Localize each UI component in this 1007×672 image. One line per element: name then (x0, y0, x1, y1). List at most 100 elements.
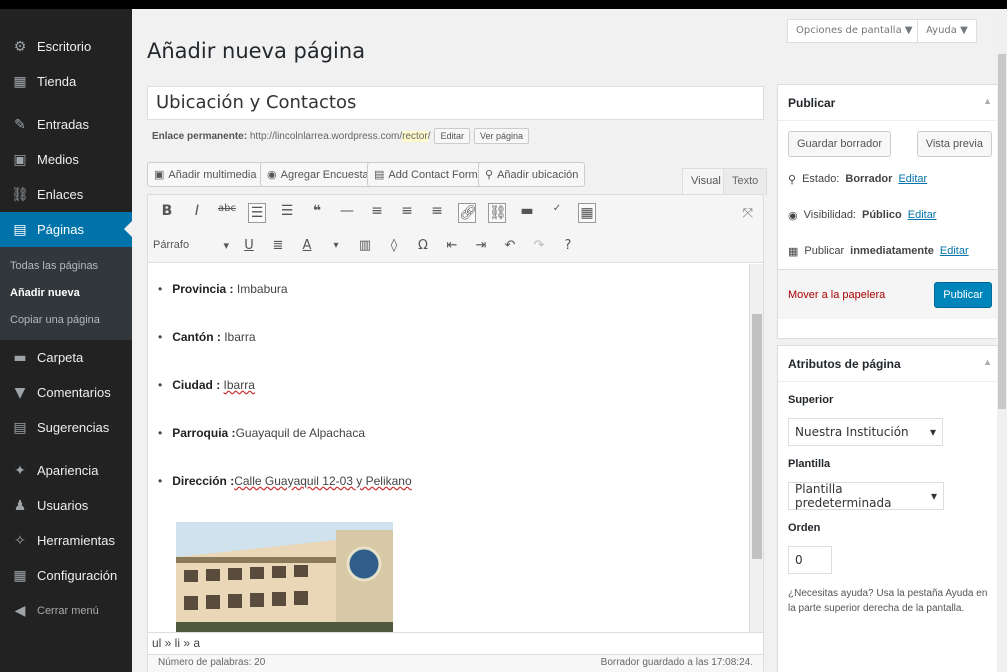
bold-icon[interactable]: B (158, 203, 176, 223)
align-center-icon[interactable]: ≡ (398, 203, 416, 223)
save-draft-button[interactable]: Guardar borrador (788, 131, 891, 157)
order-input[interactable]: 0 (788, 546, 832, 574)
submenu-item[interactable]: Añadir nueva (0, 280, 132, 307)
item-label: Cantón : (172, 330, 221, 344)
more-tag-icon[interactable]: ▬ (518, 203, 536, 223)
parent-select[interactable]: Nuestra Institución ▾ (788, 418, 943, 446)
sugerencias-icon: ▤ (13, 419, 27, 436)
spellcheck-icon[interactable]: ✓ (548, 203, 566, 223)
template-select[interactable]: Plantilla predeterminada ▾ (788, 482, 944, 510)
text-color-dropdown-icon[interactable]: ▾ (327, 240, 345, 251)
special-char-icon[interactable]: Ω (414, 238, 432, 253)
sidebar-item-usuarios[interactable]: ♟ Usuarios (0, 488, 132, 523)
cerrar-icon: ◀ (14, 602, 26, 619)
permalink-slug[interactable]: rector (402, 130, 428, 142)
publish-button[interactable]: Publicar (934, 281, 992, 308)
sidebar-item-configuracion[interactable]: ▦ Configuración (0, 558, 132, 593)
trash-link[interactable]: Mover a la papelera (788, 289, 885, 301)
edit-permalink-button[interactable]: Editar (434, 128, 470, 144)
redo-icon[interactable]: ↷ (530, 238, 548, 253)
sidebar-item-paginas[interactable]: ▤ Páginas (0, 212, 132, 247)
permalink-label: Enlace permanente: (152, 130, 248, 142)
sidebar-item-herramientas[interactable]: ✧ Herramientas (0, 523, 132, 558)
fullscreen-icon[interactable]: ⤧ (743, 205, 753, 221)
page-scrollbar[interactable] (997, 9, 1007, 672)
help-icon[interactable]: ? (559, 238, 577, 253)
editor-status-bar: Número de palabras: 20 Borrador guardado … (148, 654, 763, 672)
sidebar-item-entradas[interactable]: ✎ Entradas (0, 107, 132, 142)
text-color-icon[interactable]: A (298, 238, 316, 253)
title-input[interactable]: Ubicación y Contactos (147, 86, 764, 120)
sidebar-item-comentarios[interactable]: ▼ Comentarios (0, 375, 132, 410)
calendar-icon: ▦ (788, 245, 799, 258)
bullet-list-icon[interactable]: ☰ (248, 203, 266, 223)
edit-schedule-link[interactable]: Editar (940, 245, 969, 257)
sidebar-item-medios[interactable]: ▣ Medios (0, 142, 132, 177)
editor-scroll-thumb[interactable] (752, 314, 762, 559)
outdent-icon[interactable]: ⇤ (443, 238, 461, 253)
building-photo[interactable] (176, 522, 394, 632)
paste-text-icon[interactable]: ▥ (356, 238, 374, 253)
sidebar-item-sugerencias[interactable]: ▤ Sugerencias (0, 410, 132, 445)
editor-content[interactable]: Provincia : Imbabura Cantón : Ibarra Ciu… (148, 264, 750, 632)
undo-icon[interactable]: ↶ (501, 238, 519, 253)
align-left-icon[interactable]: ≡ (368, 203, 386, 223)
sidebar-item-label: Tienda (37, 74, 77, 89)
permalink-url[interactable]: http://lincolnlarrea.wordpress.com/ (250, 131, 402, 142)
status-value: Borrador (845, 173, 893, 185)
submenu-item[interactable]: Todas las páginas (0, 253, 132, 280)
chevron-down-icon: ▾ (930, 489, 937, 503)
link-icon[interactable]: 🔗︎ (458, 203, 477, 223)
collapse-arrow-icon[interactable]: ▲ (983, 96, 992, 109)
list-item: Dirección :Calle Guayaquil 12-03 y Pelik… (158, 474, 740, 488)
add-contact-form-button[interactable]: ▤ Add Contact Form (367, 162, 485, 187)
indent-icon[interactable]: ⇥ (472, 238, 490, 253)
element-path: ul » li » a (148, 632, 763, 654)
strikethrough-icon[interactable]: abc (218, 203, 236, 223)
add-location-button[interactable]: ⚲ Añadir ubicación (478, 162, 586, 187)
eye-icon: ◉ (788, 209, 798, 222)
blockquote-icon[interactable]: ❝ (308, 203, 326, 223)
edit-status-link[interactable]: Editar (898, 173, 927, 185)
submenu-item[interactable]: Copiar una página (0, 307, 132, 334)
comentarios-icon: ▼ (14, 384, 26, 401)
unlink-icon[interactable]: ⛓ (488, 203, 507, 223)
add-poll-button[interactable]: ◉ Agregar Encuesta (260, 162, 376, 187)
edit-visibility-link[interactable]: Editar (908, 209, 937, 221)
view-page-button[interactable]: Ver página (473, 128, 530, 144)
autosave-status: Borrador guardado a las 17:08:24. (600, 657, 753, 668)
justify-icon[interactable]: ≣ (269, 238, 287, 253)
help-button[interactable]: Ayuda ▼ (917, 19, 977, 43)
sidebar-item-enlaces[interactable]: ⛓ Enlaces (0, 177, 132, 212)
clear-formatting-icon[interactable]: ◊ (385, 238, 403, 253)
sidebar-item-carpeta[interactable]: ▬ Carpeta (0, 340, 132, 375)
location-pin-icon: ⚲ (485, 169, 494, 181)
sidebar-item-label: Apariencia (37, 463, 99, 478)
preview-button[interactable]: Vista previa (916, 131, 992, 157)
italic-icon[interactable]: I (188, 203, 206, 223)
editor-scrollbar[interactable] (749, 264, 763, 632)
underline-icon[interactable]: U (240, 238, 258, 253)
sidebar-item-tienda[interactable]: ▦ Tienda (0, 64, 132, 99)
sidebar-item-escritorio[interactable]: ⚙ Escritorio (0, 29, 132, 64)
sidebar-item-apariencia[interactable]: ✦ Apariencia (0, 453, 132, 488)
sidebar-item-cerrar[interactable]: ◀ Cerrar menú (0, 593, 132, 628)
numbered-list-icon[interactable]: ☰ (278, 203, 296, 223)
format-select[interactable]: Párrafo ▾ (153, 239, 229, 252)
schedule-row: ▦ Publicar inmediatamente Editar (778, 233, 1002, 269)
horizontal-line-icon[interactable]: — (338, 203, 356, 223)
toolbar-toggle-icon[interactable]: ▦ (578, 203, 596, 223)
apariencia-icon: ✦ (14, 462, 26, 479)
contact-form-label: Add Contact Form (388, 168, 478, 181)
screen-options-button[interactable]: Opciones de pantalla ▼ (787, 19, 922, 43)
menu-group-1: ⚙ Escritorio ▦ Tienda ✎ Entradas ▣ Medios ⛓ Enlac… (0, 29, 132, 340)
align-right-icon[interactable]: ≡ (428, 203, 446, 223)
add-media-button[interactable]: ▣ Añadir multimedia (147, 162, 264, 187)
building-illustration (176, 522, 394, 632)
page-attributes-box: Atributos de página ▲ Superior Nuestra In… (777, 345, 1003, 672)
collapse-arrow-icon[interactable]: ▲ (983, 357, 992, 370)
sidebar-item-label: Medios (37, 152, 79, 167)
page-heading: Añadir nueva página (147, 39, 366, 63)
page-scroll-thumb[interactable] (998, 54, 1006, 409)
tab-text[interactable]: Texto (723, 168, 768, 195)
